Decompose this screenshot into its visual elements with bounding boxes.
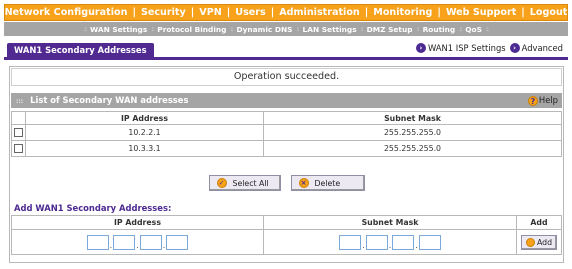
secondary-address-table: IP Address Subnet Mask 10.2.2.1 255.255.… (11, 111, 562, 157)
nav-separator: | (226, 7, 231, 18)
octet-dot: . (415, 240, 418, 250)
row-select-cell (11, 140, 26, 157)
nav-monitoring[interactable]: Monitoring (373, 7, 432, 18)
subnav-separator: :: (230, 25, 233, 33)
nav-separator: | (270, 7, 275, 18)
arrow-right-icon[interactable]: › (415, 43, 426, 53)
nav-security[interactable]: Security (141, 7, 186, 18)
nav-network-configuration[interactable]: Network Configuration (5, 7, 128, 18)
select-all-button[interactable]: ✓ Select All (208, 175, 281, 191)
nav-separator: | (437, 7, 441, 18)
subnav-lan-settings[interactable]: LAN Settings (303, 25, 357, 34)
ip-octet-3-input[interactable] (139, 234, 162, 250)
subnet-mask-input-group: . . . (338, 234, 442, 250)
arrow-right-icon[interactable]: › (509, 43, 520, 53)
x-icon: × (298, 178, 309, 188)
page-tab: WAN1 Secondary Addresses (7, 43, 154, 57)
subnet-mask-cell: 255.255.255.0 (263, 140, 562, 157)
help-label[interactable]: Help (539, 93, 558, 108)
octet-dot: . (162, 240, 166, 250)
list-header: ::: List of Secondary WAN addresses ? He… (11, 93, 562, 108)
help-link[interactable]: ? Help (527, 93, 558, 108)
mask-octet-3-input[interactable] (392, 234, 415, 250)
delete-label: Delete (314, 178, 341, 188)
ip-octet-1-input[interactable] (86, 234, 109, 250)
nav-separator: | (364, 7, 369, 18)
ip-octet-4-input[interactable] (166, 234, 189, 250)
add-label: Add (536, 237, 553, 247)
content-panel: Operation succeeded. ::: List of Seconda… (9, 66, 564, 263)
mask-octet-1-input[interactable] (339, 234, 362, 250)
subnav-separator: :: (416, 25, 420, 33)
octet-dot: . (136, 240, 139, 250)
mask-octet-2-input[interactable] (365, 234, 388, 250)
table-header-row: IP Address Subnet Mask Add (11, 215, 562, 230)
octet-dot: . (388, 240, 392, 250)
grip-icon: ::: (16, 98, 24, 105)
add-address-table: IP Address Subnet Mask Add . . . . . . A… (11, 215, 562, 255)
add-section-title: Add WAN1 Secondary Addresses: (14, 203, 172, 213)
delete-button[interactable]: × Delete (290, 175, 365, 191)
help-icon[interactable]: ? (527, 95, 538, 106)
subnav-dmz-setup[interactable]: DMZ Setup (367, 25, 413, 34)
subnav-wan-settings[interactable]: WAN Settings (90, 25, 147, 34)
subnet-mask-header: Subnet Mask (263, 111, 562, 125)
table-row: . . . . . . Add (11, 229, 562, 255)
select-all-label: Select All (232, 178, 269, 188)
add-mask-header: Subnet Mask (263, 215, 517, 230)
add-mask-cell: . . . (263, 229, 517, 255)
nav-separator: | (521, 7, 525, 18)
subnav-protocol-binding[interactable]: Protocol Binding (157, 25, 226, 34)
ip-address-header: IP Address (25, 111, 264, 125)
add-icon (525, 237, 535, 247)
add-ip-cell: . . . (11, 229, 264, 255)
subnav-separator: :: (459, 25, 462, 33)
add-button-cell: Add (516, 229, 562, 255)
wan1-isp-settings-link[interactable]: WAN1 ISP Settings (428, 43, 506, 53)
nav-vpn[interactable]: VPN (199, 7, 222, 18)
ip-address-cell: 10.2.2.1 (25, 124, 264, 141)
status-message: Operation succeeded. (11, 68, 562, 86)
subnav-separator: :: (360, 25, 364, 33)
tab-rule (4, 57, 568, 60)
mask-octet-4-input[interactable] (418, 234, 441, 250)
action-buttons: ✓ Select All × Delete (10, 175, 563, 191)
row-checkbox[interactable] (14, 128, 23, 138)
add-ip-header: IP Address (11, 215, 264, 230)
table-header-row: IP Address Subnet Mask (11, 111, 562, 125)
sub-nav: :: WAN Settings :: Protocol Binding :: D… (4, 22, 568, 36)
nav-logout[interactable]: Logout (530, 7, 568, 18)
subnav-separator: :: (151, 25, 154, 33)
nav-users[interactable]: Users (235, 7, 265, 18)
ip-address-input-group: . . . (86, 234, 190, 250)
ip-address-cell: 10.3.3.1 (25, 140, 264, 157)
top-nav: | Network Configuration | Security | VPN… (4, 4, 568, 21)
subnet-mask-cell: 255.255.255.0 (263, 124, 562, 141)
subnav-routing[interactable]: Routing (423, 25, 456, 34)
page-links: › WAN1 ISP Settings › Advanced (415, 43, 567, 53)
table-row: 10.3.3.1 255.255.255.0 (11, 140, 562, 157)
subnav-dynamic-dns[interactable]: Dynamic DNS (236, 25, 292, 34)
nav-separator: | (567, 7, 572, 18)
add-button[interactable]: Add (520, 234, 558, 250)
subnav-qos[interactable]: QoS (465, 25, 482, 34)
list-title: List of Secondary WAN addresses (30, 95, 189, 105)
row-select-cell (11, 124, 26, 141)
subnav-separator: :: (84, 25, 87, 33)
octet-dot: . (362, 240, 365, 250)
nav-web-support[interactable]: Web Support (446, 7, 516, 18)
checkbox-column-header (11, 111, 26, 125)
advanced-link[interactable]: Advanced (522, 43, 563, 53)
ip-octet-2-input[interactable] (113, 234, 136, 250)
check-icon: ✓ (216, 178, 227, 188)
octet-dot: . (109, 240, 113, 250)
add-header: Add (516, 215, 562, 230)
nav-separator: | (190, 7, 195, 18)
nav-administration[interactable]: Administration (279, 7, 360, 18)
nav-separator: | (132, 7, 136, 18)
subnav-separator: :: (296, 25, 300, 33)
subnav-separator: :: (485, 25, 489, 33)
row-checkbox[interactable] (14, 144, 23, 154)
table-row: 10.2.2.1 255.255.255.0 (11, 124, 562, 141)
